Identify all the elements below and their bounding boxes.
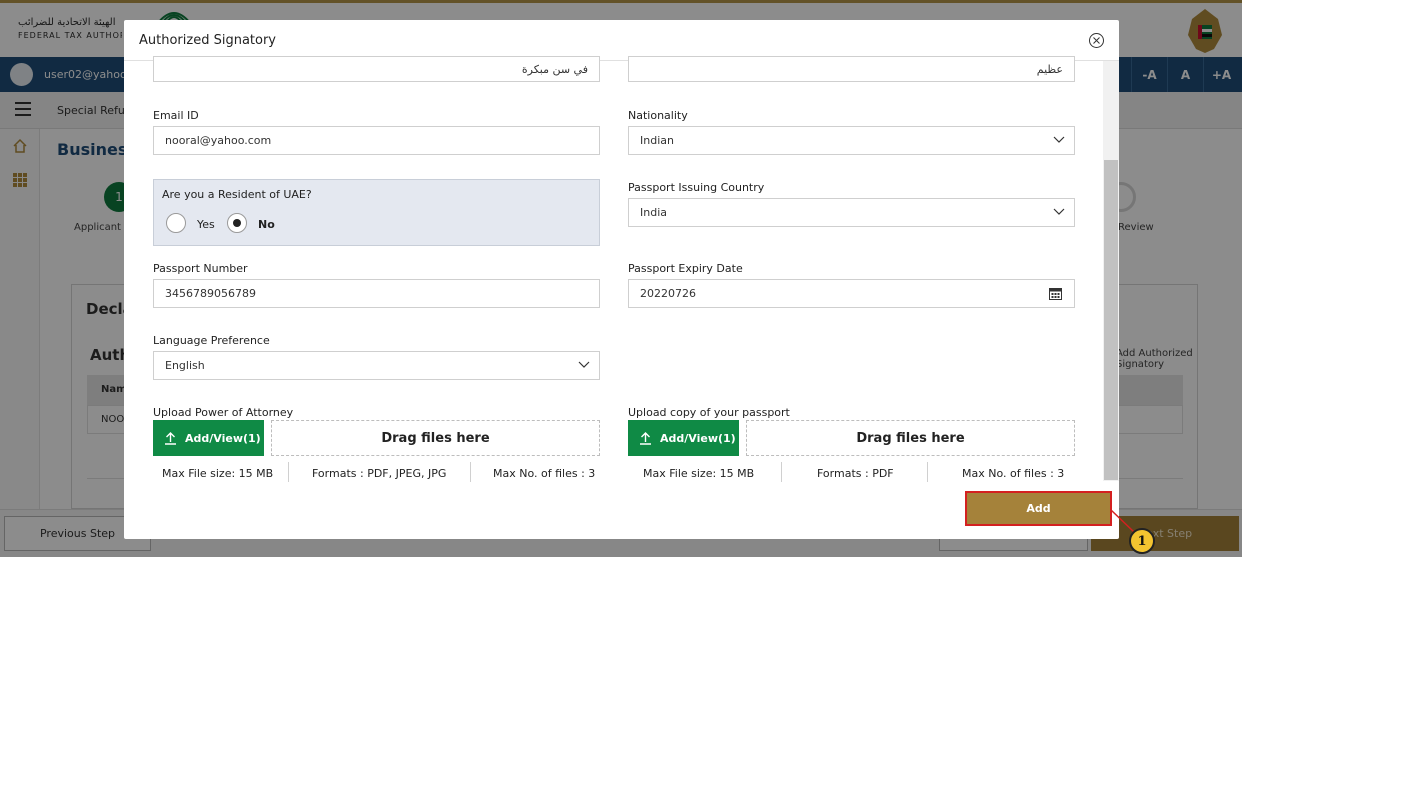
email-field[interactable]: nooral@yahoo.com xyxy=(153,126,600,155)
poa-max-files: Max No. of files : 3 xyxy=(493,467,596,480)
poa-formats: Formats : PDF, JPEG, JPG xyxy=(312,467,447,480)
nationality-label: Nationality xyxy=(628,109,688,122)
passport-expiry-label: Passport Expiry Date xyxy=(628,262,743,275)
modal-header: Authorized Signatory xyxy=(124,20,1119,61)
calendar-icon[interactable] xyxy=(1049,287,1062,300)
poa-max-size: Max File size: 15 MB xyxy=(162,467,274,480)
passport-formats: Formats : PDF xyxy=(817,467,894,480)
language-label: Language Preference xyxy=(153,334,270,347)
passport-max-size: Max File size: 15 MB xyxy=(643,467,755,480)
authorized-signatory-modal: Authorized Signatory في سن مبكرة عظيم Em… xyxy=(124,20,1119,539)
upload-passport-label: Upload copy of your passport xyxy=(628,406,790,419)
callout-number-badge: 1 xyxy=(1129,528,1155,554)
upload-poa-label: Upload Power of Attorney xyxy=(153,406,294,419)
upload-passport-dropzone[interactable]: Drag files here xyxy=(746,420,1075,456)
upload-poa-button-label: Add/View(1) xyxy=(185,431,261,445)
add-button[interactable]: Add xyxy=(965,491,1112,526)
meta-separator xyxy=(781,462,782,482)
upload-poa-dropzone[interactable]: Drag files here xyxy=(271,420,600,456)
modal-scrollbar-thumb[interactable] xyxy=(1104,160,1118,480)
passport-expiry-value: 20220726 xyxy=(640,287,696,300)
upload-icon xyxy=(640,432,651,445)
passport-country-select[interactable]: India xyxy=(628,198,1075,227)
resident-yes-label: Yes xyxy=(197,218,215,231)
nationality-select[interactable]: Indian xyxy=(628,126,1075,155)
resident-question-box: Are you a Resident of UAE? Yes No xyxy=(153,179,600,246)
passport-country-label: Passport Issuing Country xyxy=(628,181,765,194)
passport-number-field[interactable]: 3456789056789 xyxy=(153,279,600,308)
arabic-name-field-right[interactable]: عظيم xyxy=(628,56,1075,82)
language-value: English xyxy=(165,359,205,372)
email-label: Email ID xyxy=(153,109,199,122)
passport-number-label: Passport Number xyxy=(153,262,248,275)
resident-yes-radio[interactable] xyxy=(166,213,186,233)
language-select[interactable]: English xyxy=(153,351,600,380)
modal-body: في سن مبكرة عظيم Email ID nooral@yahoo.c… xyxy=(124,56,1104,482)
resident-no-radio[interactable] xyxy=(227,213,247,233)
passport-max-files: Max No. of files : 3 xyxy=(962,467,1065,480)
chevron-down-icon xyxy=(1053,208,1065,215)
app-screen: الهيئة الاتحادية للضرائب FEDERAL TAX AUT… xyxy=(0,0,1242,557)
arabic-name-field-left[interactable]: في سن مبكرة xyxy=(153,56,600,82)
upload-passport-button[interactable]: Add/View(1) xyxy=(628,420,739,456)
chevron-down-icon xyxy=(578,361,590,368)
passport-expiry-field[interactable]: 20220726 xyxy=(628,279,1075,308)
passport-country-value: India xyxy=(640,206,667,219)
nationality-value: Indian xyxy=(640,134,674,147)
upload-passport-button-label: Add/View(1) xyxy=(660,431,736,445)
chevron-down-icon xyxy=(1053,136,1065,143)
modal-title: Authorized Signatory xyxy=(139,33,276,48)
close-icon[interactable] xyxy=(1088,32,1105,49)
upload-icon xyxy=(165,432,176,445)
meta-separator xyxy=(927,462,928,482)
meta-separator xyxy=(288,462,289,482)
resident-no-label: No xyxy=(258,218,275,231)
upload-poa-button[interactable]: Add/View(1) xyxy=(153,420,264,456)
resident-question: Are you a Resident of UAE? xyxy=(162,188,312,201)
meta-separator xyxy=(470,462,471,482)
